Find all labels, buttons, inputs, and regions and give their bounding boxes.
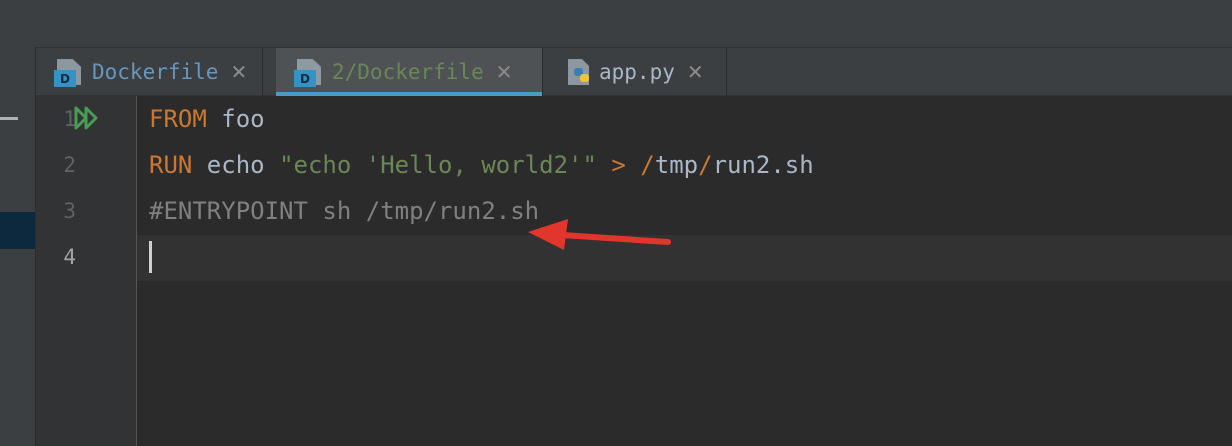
title-bar [0, 0, 1232, 47]
tab-dockerfile[interactable]: D Dockerfile ✕ [36, 48, 263, 96]
line-number: 2 [63, 153, 76, 177]
close-icon[interactable]: ✕ [230, 60, 247, 84]
tab-label: 2/Dockerfile [332, 60, 484, 84]
line-number: 3 [63, 199, 76, 223]
tab-2-dockerfile[interactable]: D 2/Dockerfile ✕ [276, 48, 543, 96]
line-number: 1 [63, 107, 76, 131]
dockerfile-icon: D [294, 57, 324, 87]
tab-label: Dockerfile [92, 60, 219, 84]
code-editor[interactable]: FROM foo RUN echo "echo 'Hello, world2'"… [149, 96, 1232, 280]
annotation-arrow [528, 219, 671, 250]
run-icon[interactable] [74, 106, 100, 130]
selected-tree-item-marker [0, 212, 35, 249]
text-cursor [149, 241, 152, 273]
code-line-3: #ENTRYPOINT sh /tmp/run2.sh [149, 197, 540, 225]
collapse-icon[interactable] [0, 117, 18, 120]
code-line-2: RUN echo "echo 'Hello, world2'" > /tmp/r… [149, 151, 814, 179]
editor-gutter: 1 2 3 4 [36, 96, 137, 446]
close-icon[interactable]: ✕ [496, 60, 513, 84]
close-icon[interactable]: ✕ [687, 60, 704, 84]
editor-tab-bar: D Dockerfile ✕ D 2/Dockerfile ✕ app.py ✕ [36, 47, 1232, 96]
tab-app-py[interactable]: app.py ✕ [543, 48, 727, 96]
tab-label: app.py [599, 60, 675, 84]
dockerfile-icon: D [54, 57, 84, 87]
code-line-1: FROM foo [149, 105, 265, 133]
line-number: 4 [63, 245, 76, 269]
python-file-icon [568, 59, 589, 85]
